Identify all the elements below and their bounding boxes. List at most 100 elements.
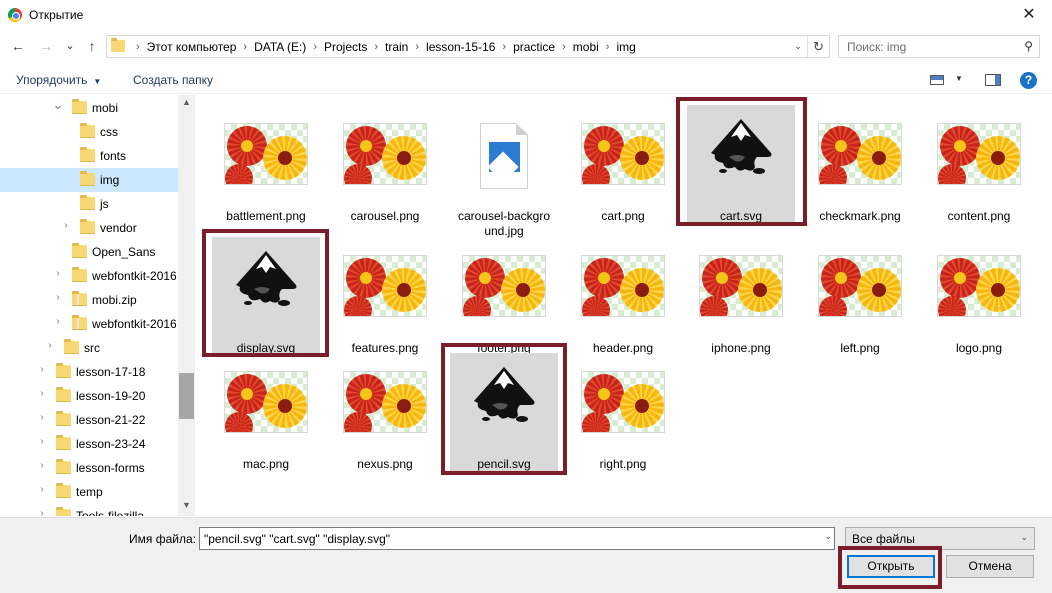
file-item[interactable]: carousel-backgro und.jpg	[448, 103, 552, 238]
breadcrumb-separator-icon[interactable]: ›	[243, 41, 247, 53]
tree-item[interactable]: › vendor	[0, 216, 180, 240]
address-dropdown-chevron-icon[interactable]: ⌄	[789, 36, 807, 57]
file-item[interactable]: logo.png	[923, 235, 1027, 355]
file-item[interactable]: display.svg	[210, 235, 320, 357]
collapsed-chevron-icon[interactable]: ›	[36, 364, 48, 375]
forward-button[interactable]: →	[36, 36, 56, 56]
file-item[interactable]: cart.png	[567, 103, 671, 223]
back-button[interactable]: ←	[8, 36, 28, 56]
collapsed-chevron-icon[interactable]: ›	[36, 388, 48, 399]
tree-item-label: webfontkit-2016	[92, 317, 177, 331]
collapsed-chevron-icon[interactable]: ›	[36, 484, 48, 495]
file-item[interactable]: features.png	[329, 235, 433, 355]
tree-item[interactable]: › mobi.zip	[0, 288, 180, 312]
collapsed-chevron-icon[interactable]: ›	[36, 436, 48, 447]
tree-item[interactable]: js	[0, 192, 180, 216]
breadcrumb-item[interactable]: lesson-15-16	[426, 40, 495, 54]
close-button[interactable]: ✕	[1006, 0, 1052, 30]
breadcrumb-item[interactable]: DATA (E:)	[254, 40, 306, 54]
navigation-pane[interactable]: › Tools-filezilla › temp › lesson-forms › lesso…	[0, 95, 195, 516]
file-thumbnail	[581, 371, 665, 437]
collapsed-chevron-icon[interactable]: ›	[52, 268, 64, 279]
breadcrumb-separator-icon[interactable]: ›	[415, 41, 419, 53]
file-name: cart.svg	[719, 209, 762, 223]
file-item[interactable]: right.png	[567, 351, 671, 471]
search-input[interactable]: Поиск: img ⚲	[838, 35, 1040, 58]
help-icon[interactable]: ?	[1020, 72, 1037, 89]
file-item[interactable]: nexus.png	[329, 351, 433, 471]
collapsed-chevron-icon[interactable]: ›	[60, 220, 72, 231]
expanded-chevron-icon[interactable]: ⌄	[52, 97, 64, 113]
breadcrumb-item[interactable]: mobi	[573, 40, 599, 54]
breadcrumb-separator-icon[interactable]: ›	[502, 41, 506, 53]
file-item[interactable]: mac.png	[210, 351, 314, 471]
file-item[interactable]: pencil.svg	[448, 351, 558, 473]
breadcrumb-separator-icon[interactable]: ›	[562, 41, 566, 53]
new-folder-button[interactable]: Создать папку	[133, 73, 213, 87]
breadcrumb: › Этот компьютер › DATA (E:) › Projects › train…	[129, 36, 636, 57]
breadcrumb-item[interactable]: img	[616, 40, 635, 54]
collapsed-chevron-icon[interactable]: ›	[44, 340, 56, 351]
address-bar[interactable]: › Этот компьютер › DATA (E:) › Projects › train…	[106, 35, 830, 58]
tree-item[interactable]: › temp	[0, 480, 180, 504]
tree-item[interactable]: › webfontkit-2016	[0, 312, 180, 336]
address-row: ← → ⌄ ↑ › Этот компьютер › DATA (E:) › Projec…	[0, 33, 1052, 61]
file-item[interactable]: cart.svg	[685, 103, 795, 225]
collapsed-chevron-icon[interactable]: ›	[36, 460, 48, 471]
file-thumbnail	[581, 123, 665, 189]
file-item[interactable]: carousel.png	[329, 103, 433, 223]
breadcrumb-item[interactable]: Этот компьютер	[147, 40, 237, 54]
breadcrumb-item[interactable]: Projects	[324, 40, 367, 54]
tree-scrollbar[interactable]: ▲ ▼	[178, 95, 195, 516]
scroll-up-icon[interactable]: ▲	[178, 97, 195, 107]
view-caret-down-icon[interactable]: ▼	[955, 74, 963, 83]
scroll-down-icon[interactable]: ▼	[178, 500, 195, 510]
scrollbar-thumb[interactable]	[179, 373, 194, 419]
breadcrumb-separator-icon[interactable]: ›	[606, 41, 610, 53]
collapsed-chevron-icon[interactable]: ›	[52, 292, 64, 303]
filename-input[interactable]: "pencil.svg" "cart.svg" "display.svg" ⌄	[199, 527, 835, 550]
tree-item[interactable]: › lesson-23-24	[0, 432, 180, 456]
tree-item[interactable]: img	[0, 168, 180, 192]
file-item[interactable]: left.png	[804, 235, 908, 355]
preview-pane-icon[interactable]	[985, 74, 1001, 86]
tree-item[interactable]: › lesson-forms	[0, 456, 180, 480]
file-list[interactable]: battlement.png carousel.png carousel-backg…	[196, 95, 1052, 516]
tree-item[interactable]: › lesson-19-20	[0, 384, 180, 408]
collapsed-chevron-icon[interactable]: ›	[36, 412, 48, 423]
file-item[interactable]: iphone.png	[685, 235, 789, 355]
breadcrumb-separator-icon[interactable]: ›	[313, 41, 317, 53]
recent-locations-chevron-icon[interactable]: ⌄	[60, 36, 80, 56]
refresh-icon[interactable]: ↻	[807, 36, 829, 57]
folder-icon	[111, 38, 125, 52]
inkscape-icon	[462, 361, 546, 427]
tree-item[interactable]: css	[0, 120, 180, 144]
tree-item[interactable]: › webfontkit-2016	[0, 264, 180, 288]
cancel-button[interactable]: Отмена	[946, 555, 1034, 578]
view-options-icon[interactable]	[930, 75, 944, 85]
tree-item[interactable]: › Tools-filezilla	[0, 504, 180, 516]
collapsed-chevron-icon[interactable]: ›	[36, 508, 48, 516]
tree-item[interactable]: fonts	[0, 144, 180, 168]
file-thumbnail	[224, 123, 308, 189]
tree-item[interactable]: › lesson-21-22	[0, 408, 180, 432]
collapsed-chevron-icon[interactable]: ›	[52, 316, 64, 327]
breadcrumb-separator-icon[interactable]: ›	[374, 41, 378, 53]
file-name: carousel.png	[350, 209, 420, 223]
png-thumbnail	[699, 255, 783, 317]
tree-item[interactable]: ⌄ mobi	[0, 96, 180, 120]
file-item[interactable]: checkmark.png	[804, 103, 908, 223]
breadcrumb-item[interactable]: train	[385, 40, 408, 54]
up-button[interactable]: ↑	[82, 36, 102, 56]
file-item[interactable]: content.png	[923, 103, 1027, 223]
file-item[interactable]: header.png	[567, 235, 671, 355]
organize-button[interactable]: Упорядочить ▼	[16, 73, 101, 87]
file-item[interactable]: battlement.png	[210, 103, 314, 223]
tree-item[interactable]: › src	[0, 336, 180, 360]
tree-item[interactable]: Open_Sans	[0, 240, 180, 264]
file-item[interactable]: footer.png	[448, 235, 552, 355]
tree-item[interactable]: › lesson-17-18	[0, 360, 180, 384]
breadcrumb-item[interactable]: practice	[513, 40, 555, 54]
breadcrumb-separator-icon[interactable]: ›	[136, 41, 140, 53]
filename-dropdown-chevron-icon[interactable]: ⌄	[824, 531, 832, 542]
